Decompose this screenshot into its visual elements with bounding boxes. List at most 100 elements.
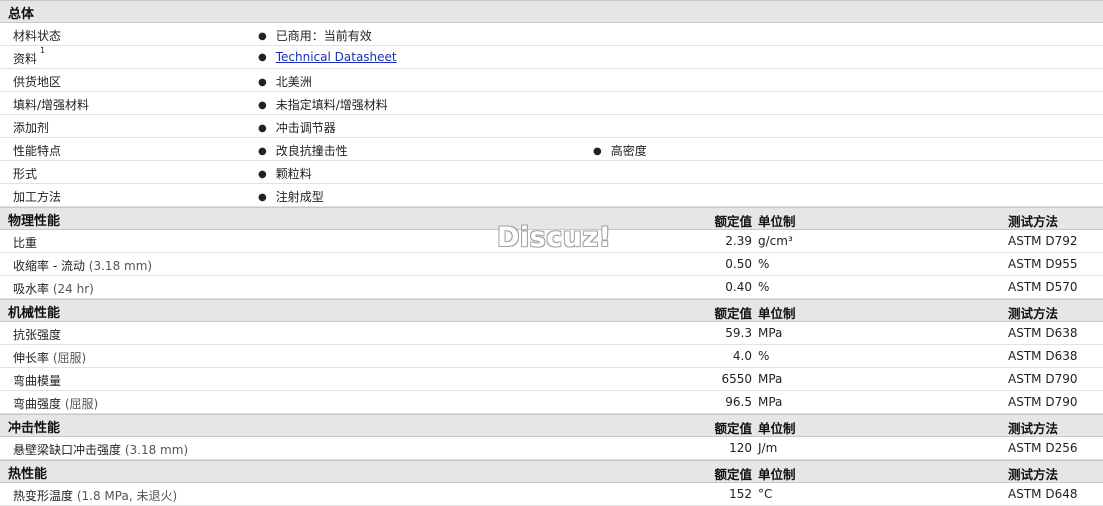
bullet-icon: ● [258, 52, 267, 63]
property-row: 弯曲模量 6550 MPa ASTM D790 [0, 368, 1103, 391]
row-label: 比重 [13, 236, 38, 250]
row-label: 弯曲模量 [13, 374, 62, 388]
section-title: 物理性能 [8, 214, 61, 229]
column-header-test: 测试方法 [1008, 421, 1059, 436]
general-row: 形式 ● 颗粒料 [0, 161, 1103, 184]
row-note: (3.18 mm) [124, 443, 189, 457]
test-method: ASTM D790 [1008, 395, 1078, 409]
row-label: 加工方法 [13, 190, 62, 204]
nominal-value: 6550 [721, 372, 752, 386]
column-header-unit: 单位制 [758, 214, 796, 229]
row-label: 性能特点 [13, 144, 62, 158]
watermark: Discuz! [497, 222, 612, 253]
property-row: 悬壁梁缺口冲击强度 (3.18 mm) 120 J/m ASTM D256 [0, 437, 1103, 460]
row-value: ● 注射成型 [258, 190, 324, 204]
row-value: ● 改良抗撞击性 [258, 144, 348, 158]
row-note: (1.8 MPa, 未退火) [76, 489, 178, 503]
section-header-thermal: 热性能 额定值 单位制 测试方法 [0, 460, 1103, 483]
property-row: 吸水率 (24 hr) 0.40 % ASTM D570 [0, 276, 1103, 299]
row-label: 吸水率 (24 hr) [13, 282, 94, 296]
bullet-icon: ● [258, 146, 267, 157]
row-label: 添加剂 [13, 121, 50, 135]
bullet-icon: ● [593, 146, 602, 157]
bullet-icon: ● [258, 192, 267, 203]
general-row: 添加剂 ● 冲击调节器 [0, 115, 1103, 138]
row-label: 资料1 [13, 46, 46, 66]
column-header-test: 测试方法 [1008, 306, 1059, 321]
row-label: 弯曲强度 (屈服) [13, 397, 99, 411]
unit: °C [758, 487, 773, 501]
column-header-nominal: 额定值 [714, 214, 752, 229]
column-header-unit: 单位制 [758, 467, 796, 482]
general-row: 供货地区 ● 北美洲 [0, 69, 1103, 92]
unit: J/m [758, 441, 778, 455]
unit: % [758, 349, 770, 363]
general-row: 材料状态 ● 已商用：当前有效 [0, 23, 1103, 46]
nominal-value: 2.39 [725, 234, 752, 248]
nominal-value: 120 [729, 441, 752, 455]
nominal-value: 0.40 [725, 280, 752, 294]
test-method: ASTM D792 [1008, 234, 1078, 248]
nominal-value: 152 [729, 487, 752, 501]
row-label: 收缩率 - 流动 (3.18 mm) [13, 259, 153, 273]
section-header-impact: 冲击性能 额定值 单位制 测试方法 [0, 414, 1103, 437]
general-row: 填料/增强材料 ● 未指定填料/增强材料 [0, 92, 1103, 115]
column-header-unit: 单位制 [758, 421, 796, 436]
test-method: ASTM D955 [1008, 257, 1078, 271]
column-header-test: 测试方法 [1008, 214, 1059, 229]
row-label: 悬壁梁缺口冲击强度 (3.18 mm) [13, 443, 189, 457]
row-value: ● 颗粒料 [258, 167, 312, 181]
section-header-general: 总体 [0, 0, 1103, 23]
footnote-marker: 1 [40, 46, 46, 55]
row-label: 形式 [13, 167, 38, 181]
property-row: 抗张强度 59.3 MPa ASTM D638 [0, 322, 1103, 345]
technical-datasheet-link[interactable]: Technical Datasheet [276, 50, 397, 64]
row-note: (24 hr) [52, 282, 94, 296]
general-row: 性能特点 ● 改良抗撞击性 ● 高密度 [0, 138, 1103, 161]
column-header-unit: 单位制 [758, 306, 796, 321]
section-title: 热性能 [8, 467, 48, 482]
unit: MPa [758, 326, 783, 340]
row-note: (屈服) [52, 351, 87, 365]
test-method: ASTM D790 [1008, 372, 1078, 386]
section-title: 总体 [8, 7, 35, 22]
bullet-icon: ● [258, 77, 267, 88]
property-row: 收缩率 - 流动 (3.18 mm) 0.50 % ASTM D955 [0, 253, 1103, 276]
section-title: 机械性能 [8, 306, 61, 321]
section-header-mechanical: 机械性能 额定值 单位制 测试方法 [0, 299, 1103, 322]
test-method: ASTM D570 [1008, 280, 1078, 294]
column-header-nominal: 额定值 [714, 421, 752, 436]
row-label: 热变形温度 (1.8 MPa, 未退火) [13, 489, 178, 503]
column-header-test: 测试方法 [1008, 467, 1059, 482]
bullet-icon: ● [258, 100, 267, 111]
row-value: ● 冲击调节器 [258, 121, 336, 135]
nominal-value: 0.50 [725, 257, 752, 271]
column-header-nominal: 额定值 [714, 467, 752, 482]
unit: MPa [758, 395, 783, 409]
row-label: 抗张强度 [13, 328, 62, 342]
row-value: ● 未指定填料/增强材料 [258, 98, 388, 112]
row-value: ● 北美洲 [258, 75, 312, 89]
unit: % [758, 280, 770, 294]
row-label: 伸长率 (屈服) [13, 351, 87, 365]
general-row: 资料1 ● Technical Datasheet [0, 46, 1103, 69]
row-label: 填料/增强材料 [13, 98, 90, 112]
nominal-value: 4.0 [732, 349, 752, 363]
datasheet-table: 总体 材料状态 ● 已商用：当前有效 资料1 ● Technical Datashe… [0, 0, 1103, 506]
bullet-icon: ● [258, 169, 267, 180]
section-title: 冲击性能 [8, 421, 61, 436]
row-label: 供货地区 [13, 75, 62, 89]
test-method: ASTM D648 [1008, 487, 1078, 501]
property-row: 弯曲强度 (屈服) 96.5 MPa ASTM D790 [0, 391, 1103, 414]
property-row: 伸长率 (屈服) 4.0 % ASTM D638 [0, 345, 1103, 368]
row-value: ● Technical Datasheet [258, 50, 397, 64]
unit: % [758, 257, 770, 271]
bullet-icon: ● [258, 31, 267, 42]
row-value-secondary: ● 高密度 [593, 144, 647, 158]
row-note: (屈服) [64, 397, 99, 411]
row-note: (3.18 mm) [88, 259, 153, 273]
general-row: 加工方法 ● 注射成型 [0, 184, 1103, 207]
test-method: ASTM D256 [1008, 441, 1078, 455]
bullet-icon: ● [258, 123, 267, 134]
unit: g/cm³ [758, 234, 793, 248]
